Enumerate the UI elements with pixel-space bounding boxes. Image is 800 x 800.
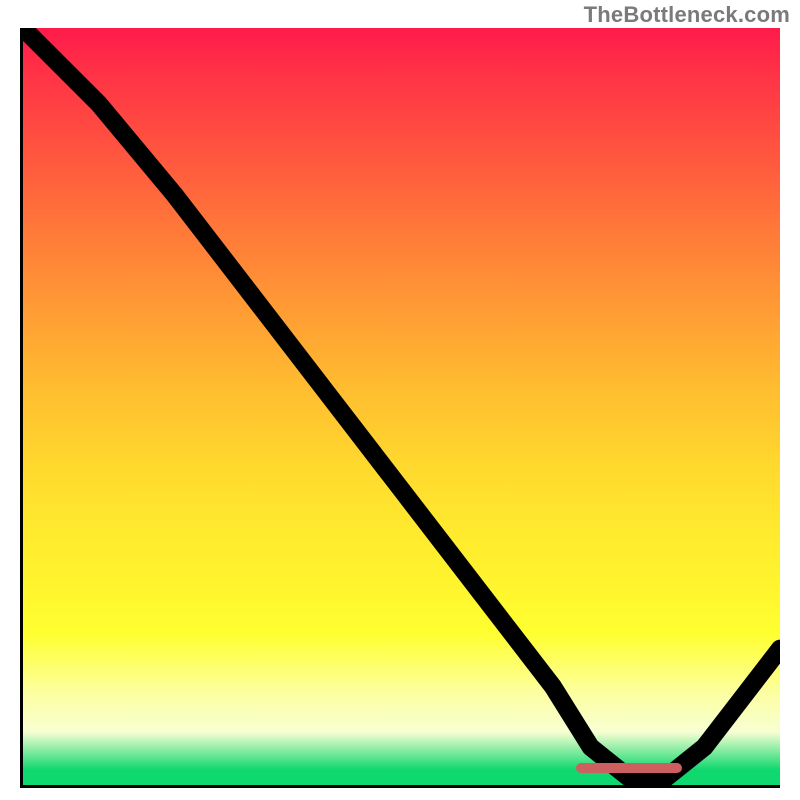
plot-area (20, 28, 780, 788)
attribution-text: TheBottleneck.com (584, 2, 790, 28)
gradient-background (23, 28, 780, 785)
optimal-range-marker (576, 763, 682, 773)
chart-frame: TheBottleneck.com (0, 0, 800, 800)
